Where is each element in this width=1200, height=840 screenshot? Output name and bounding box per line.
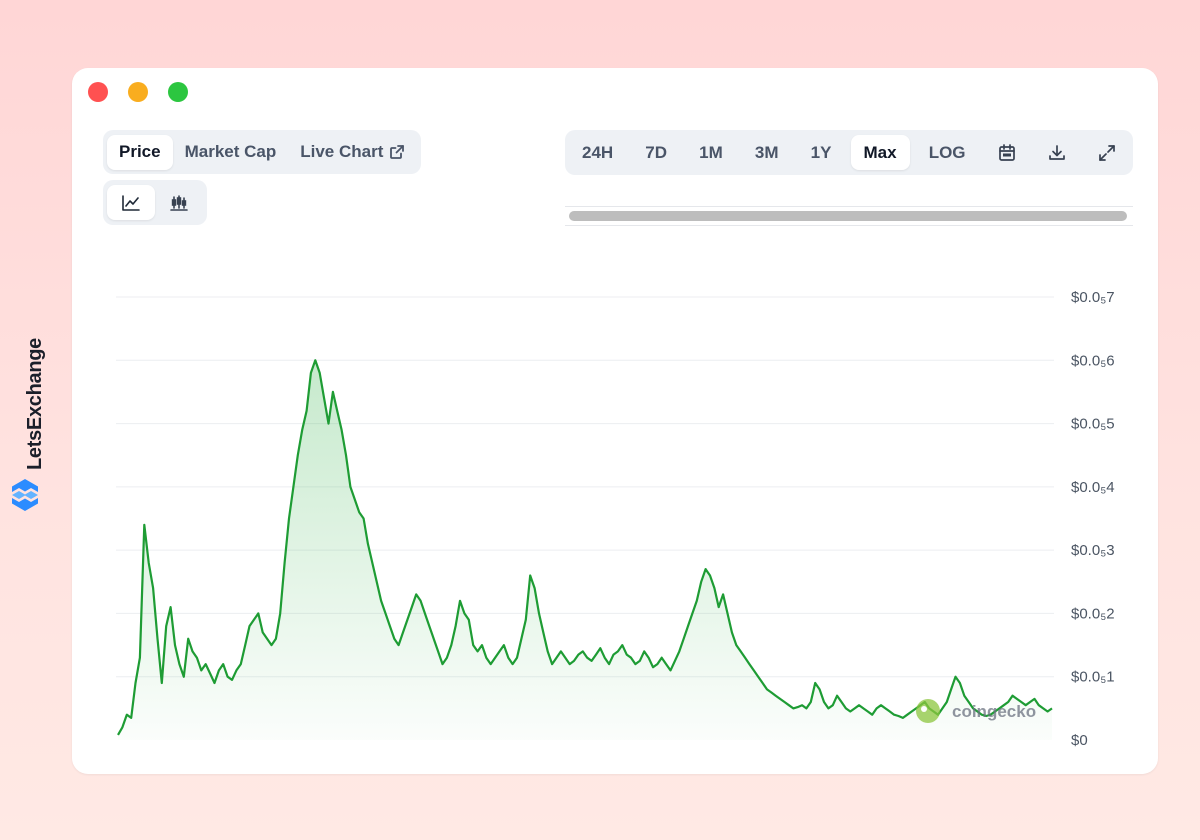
y-tick-label: $0.0₅5 [1071,416,1115,433]
coingecko-watermark: coingecko [916,699,1036,723]
chart-window: Price Market Cap Live Chart 24H 7D 1M 3M… [72,68,1158,774]
y-tick-label: $0.0₅1 [1071,669,1115,686]
coingecko-wordmark: coingecko [952,702,1036,721]
y-tick-label: $0.0₅2 [1071,605,1115,622]
brand-name: LetsExchange [24,337,46,470]
price-chart: $0 $0.0₅1 $0.0₅2 $0.0₅3 $0.0₅4 $0.0₅5 $0.0₅6 $0… [116,289,1115,749]
coingecko-logo-eye-icon [921,706,927,712]
y-tick-label: $0.0₅4 [1071,479,1115,496]
coingecko-logo-icon [916,699,940,723]
y-tick-label: $0.0₅6 [1071,352,1115,369]
y-tick-label: $0.0₅3 [1071,542,1115,559]
y-tick-label: $0.0₅7 [1071,289,1115,306]
letsexchange-logo-icon [12,479,38,511]
y-tick-label: $0 [1071,732,1088,749]
